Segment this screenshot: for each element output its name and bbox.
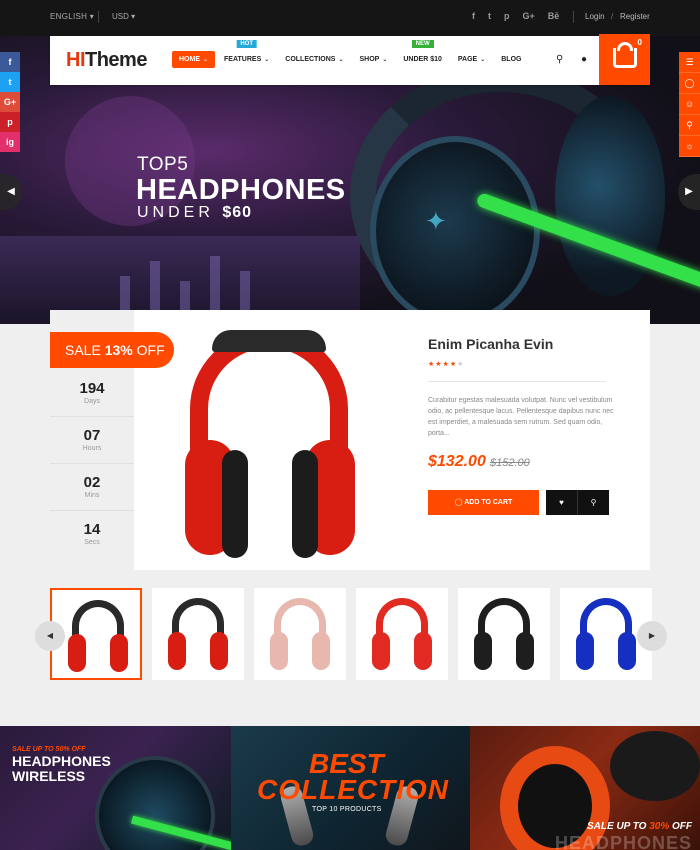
language-selector[interactable]: ENGLISH ▾: [50, 12, 94, 21]
banner-title-line1: HEADPHONES: [12, 753, 111, 769]
search-icon: ⚲: [590, 498, 597, 507]
new-badge: NEW: [411, 40, 434, 48]
twitter-icon[interactable]: t: [0, 72, 20, 92]
social-links: f t p G+ Bē: [472, 11, 559, 21]
countdown-hours: 07 Hours: [50, 417, 134, 464]
thumbnails-prev-button[interactable]: ◀: [35, 621, 65, 651]
cart-button[interactable]: 0: [599, 34, 650, 85]
quick-view-button[interactable]: ⚲: [577, 490, 609, 515]
chevron-down-icon: ⌄: [382, 57, 388, 63]
nav-blog[interactable]: BLOG: [494, 51, 528, 68]
thumbnail-item[interactable]: [356, 588, 448, 680]
users-icon[interactable]: ☺: [679, 94, 700, 115]
headphone-thumb: [68, 600, 128, 672]
main-nav: HOME ⌄ HOT FEATURES ⌄ COLLECTIONS ⌄ SHOP ⌄ NE…: [172, 40, 530, 68]
user-icon[interactable]: ●: [581, 54, 587, 65]
search-icon[interactable]: ⚲: [556, 54, 563, 65]
register-link[interactable]: Register: [620, 12, 650, 21]
headphone-thumb: [474, 598, 534, 670]
banner-title-line2: WIRELESS: [12, 768, 86, 784]
divider: [573, 11, 574, 23]
thumbnails-next-button[interactable]: ▶: [637, 621, 667, 651]
banner-title-line2: COLLECTION: [257, 774, 449, 805]
chevron-down-icon: ⌄: [264, 57, 270, 63]
thumbnail-item[interactable]: [254, 588, 346, 680]
product-old-price: $152.00: [490, 457, 530, 469]
hot-badge: HOT: [236, 40, 257, 48]
promo-banner-best-collection[interactable]: BEST COLLECTION TOP 10 PRODUCTS: [231, 726, 470, 850]
thumbnail-item[interactable]: [152, 588, 244, 680]
headphone-thumb: [270, 598, 330, 670]
chevron-down-icon: ⌄: [480, 57, 486, 63]
nav-under-10[interactable]: NEW UNDER $10: [396, 40, 449, 68]
hero-headline: HEADPHONES: [136, 174, 346, 206]
rating-stars: ★★★★★: [428, 361, 465, 368]
divider: [428, 381, 606, 382]
facebook-icon[interactable]: f: [0, 52, 20, 72]
facebook-icon[interactable]: f: [472, 11, 475, 21]
divider: [98, 11, 99, 23]
sliders-icon[interactable]: ☰: [679, 52, 700, 73]
basket-icon: [613, 48, 637, 68]
promo-banner-headphones-wireless[interactable]: SALE UP TO 50% OFF HEADPHONES WIRELESS: [0, 726, 231, 850]
nav-page[interactable]: PAGE ⌄: [451, 51, 492, 68]
chevron-down-icon: ⌄: [338, 57, 344, 63]
heart-icon: ♥: [559, 498, 564, 507]
nav-collections[interactable]: COLLECTIONS ⌄: [278, 51, 350, 68]
banner-sale-text: SALE UP TO 50% OFF: [12, 746, 86, 753]
hero-under-price: UNDER $60: [137, 204, 253, 221]
add-to-cart-button[interactable]: ◯ ADD TO CART: [428, 490, 539, 515]
pinterest-icon[interactable]: p: [0, 112, 20, 132]
headphone-thumb: [168, 598, 228, 670]
product-name[interactable]: Enim Picanha Evin: [428, 336, 553, 352]
product-description: Curabitur egestas malesuada volutpat. Nu…: [428, 397, 614, 437]
side-tools-bar: ☰ ◯ ☺ ⚲ ☼: [679, 52, 700, 157]
behance-icon[interactable]: Bē: [548, 11, 560, 21]
search-icon[interactable]: ⚲: [679, 115, 700, 136]
currency-selector[interactable]: USD ▾: [112, 12, 135, 21]
product-image[interactable]: [170, 330, 370, 558]
wishlist-button[interactable]: ♥: [546, 490, 577, 515]
side-social-bar: f t G+ p ig: [0, 52, 20, 152]
nav-shop[interactable]: SHOP ⌄: [352, 51, 394, 68]
countdown-days: 194 Days: [50, 370, 134, 417]
product-thumbnails: [50, 588, 652, 682]
nav-features[interactable]: HOT FEATURES ⌄: [217, 40, 276, 68]
cart-icon[interactable]: ◯: [679, 73, 700, 94]
headphones-image: ✦: [330, 56, 665, 324]
chevron-down-icon: ⌄: [203, 57, 209, 63]
razer-logo-icon: ✦: [425, 206, 447, 236]
hero-top5: TOP5: [137, 154, 189, 175]
banner-ghost-text: HEADPHONES: [555, 833, 693, 850]
login-link[interactable]: Login: [585, 12, 605, 21]
google-plus-icon[interactable]: G+: [0, 92, 20, 112]
countdown-mins: 02 Mins: [50, 464, 134, 511]
banner-subtitle: TOP 10 PRODUCTS: [312, 806, 382, 813]
instagram-icon[interactable]: ig: [0, 132, 20, 152]
google-plus-icon[interactable]: G+: [523, 11, 535, 21]
promo-banner-sale-30[interactable]: SALE UP TO 30% OFF HEADPHONES: [470, 726, 700, 850]
separator: /: [611, 12, 614, 21]
deal-of-the-day-card: 194 Days 07 Hours 02 Mins 14 Secs SALE 13% O…: [50, 310, 650, 570]
cart-count: 0: [637, 38, 642, 47]
top-bar: ENGLISH ▾ USD ▾ f t p G+ Bē Login / Regi…: [0, 0, 700, 36]
main-header: HITheme HOME ⌄ HOT FEATURES ⌄ COLLECTIONS ⌄ …: [50, 34, 650, 85]
headphone-thumb: [576, 598, 636, 670]
site-logo[interactable]: HITheme: [66, 49, 147, 72]
twitter-icon[interactable]: t: [488, 11, 491, 21]
pinterest-icon[interactable]: p: [504, 11, 510, 21]
countdown-secs: 14 Secs: [83, 521, 101, 546]
nav-home[interactable]: HOME ⌄: [172, 51, 216, 68]
banner-sale-text: SALE UP TO 30% OFF: [587, 821, 693, 832]
headphone-thumb: [372, 598, 432, 670]
product-price: $132.00: [428, 453, 486, 470]
thumbnail-item[interactable]: [458, 588, 550, 680]
sale-tag: SALE 13% OFF: [50, 332, 174, 368]
sun-icon[interactable]: ☼: [679, 136, 700, 157]
headphone-image: [610, 731, 700, 801]
